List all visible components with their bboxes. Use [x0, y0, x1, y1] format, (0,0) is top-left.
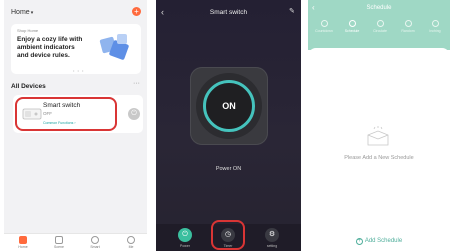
tab-random[interactable]: Random — [395, 20, 421, 33]
tab-scene[interactable]: Scene — [44, 236, 74, 249]
alarm-clock-icon — [348, 20, 356, 27]
tab-label: Circulate — [373, 29, 387, 33]
profile-icon — [127, 236, 135, 244]
scene-icon — [55, 236, 63, 244]
home-selector[interactable]: Home▾ — [11, 9, 33, 16]
tab-schedule[interactable]: Schedule — [339, 20, 365, 33]
tab-home[interactable]: Home — [8, 236, 38, 249]
banner-line: and device rules. — [17, 52, 70, 59]
banner-line: ambient indicators — [17, 44, 75, 51]
add-device-button[interactable]: + — [132, 7, 141, 16]
tab-label: Schedule — [344, 29, 360, 33]
home-title: Home — [11, 9, 30, 16]
page-title: Schedule — [366, 5, 392, 11]
home-icon — [19, 236, 27, 244]
home-screen: Home▾ + Shop Home Enjoy a cozy life with… — [4, 0, 147, 251]
add-schedule-button[interactable]: + Add Schedule — [308, 238, 450, 245]
tab-label: Inching — [429, 29, 441, 33]
page-title: Smart switch — [209, 9, 248, 16]
tab-circulate[interactable]: Circulate — [367, 20, 393, 33]
inching-icon — [431, 20, 439, 27]
cubes-illustration-icon — [99, 34, 129, 60]
power-status: Power ON — [215, 166, 242, 172]
toggle-label: ON — [222, 101, 236, 111]
tab-label: Countdown — [315, 29, 333, 33]
power-control[interactable]: ⏻ Power — [170, 228, 200, 248]
tab-label: Smart — [90, 245, 100, 249]
tab-inching[interactable]: Inching — [422, 20, 448, 33]
edit-icon[interactable]: ✎ — [289, 7, 295, 15]
empty-state-message: Please Add a New Schedule — [344, 155, 414, 161]
cycle-icon — [376, 20, 384, 27]
more-options-icon[interactable]: ··· — [133, 80, 140, 87]
schedule-body — [308, 48, 450, 251]
promo-banner[interactable]: Shop Home Enjoy a cozy life with ambient… — [11, 24, 141, 74]
control-label: Power — [180, 244, 190, 248]
timer-highlight-annotation — [211, 220, 245, 250]
switch-control-screen: ‹ Smart switch ✎ ON Power ON ⏻ Power ◷ T… — [156, 0, 301, 251]
power-icon: ⏻ — [178, 228, 192, 242]
tab-label: Me — [128, 245, 134, 249]
power-icon[interactable]: ⏻ — [128, 108, 140, 120]
schedule-header: ‹ Schedule Countdown Schedule Circulate … — [308, 0, 450, 50]
bottom-tab-bar: Home Scene Smart Me — [4, 233, 147, 251]
tutorial-screens: Home▾ + Shop Home Enjoy a cozy life with… — [0, 0, 450, 251]
carousel-dots: • • • — [73, 68, 85, 73]
schedule-screen: ‹ Schedule Countdown Schedule Circulate … — [308, 0, 450, 251]
tab-countdown[interactable]: Countdown — [311, 20, 337, 33]
setting-control[interactable]: ⚙ setting — [257, 228, 287, 248]
empty-box-icon — [367, 126, 389, 146]
add-icon: + — [355, 238, 363, 245]
tab-smart[interactable]: Smart — [80, 236, 110, 249]
control-label: setting — [266, 244, 278, 248]
countdown-icon — [320, 20, 328, 27]
device-highlight-annotation — [15, 97, 117, 131]
add-schedule-label: Add Schedule — [364, 238, 403, 244]
random-icon — [404, 20, 412, 27]
gear-icon: ⚙ — [265, 228, 279, 242]
banner-headline: Enjoy a cozy life with ambient indicator… — [17, 36, 97, 60]
tab-label: Home — [18, 245, 28, 249]
tab-label: Random — [401, 29, 415, 33]
tab-label: Scene — [54, 245, 64, 249]
smart-icon — [91, 236, 99, 244]
all-devices-heading: All Devices — [11, 83, 46, 90]
banner-line: Enjoy a cozy life with — [17, 36, 83, 43]
chevron-down-icon: ▾ — [30, 10, 34, 16]
tab-me[interactable]: Me — [116, 236, 146, 249]
banner-caption: Shop Home — [17, 28, 39, 33]
